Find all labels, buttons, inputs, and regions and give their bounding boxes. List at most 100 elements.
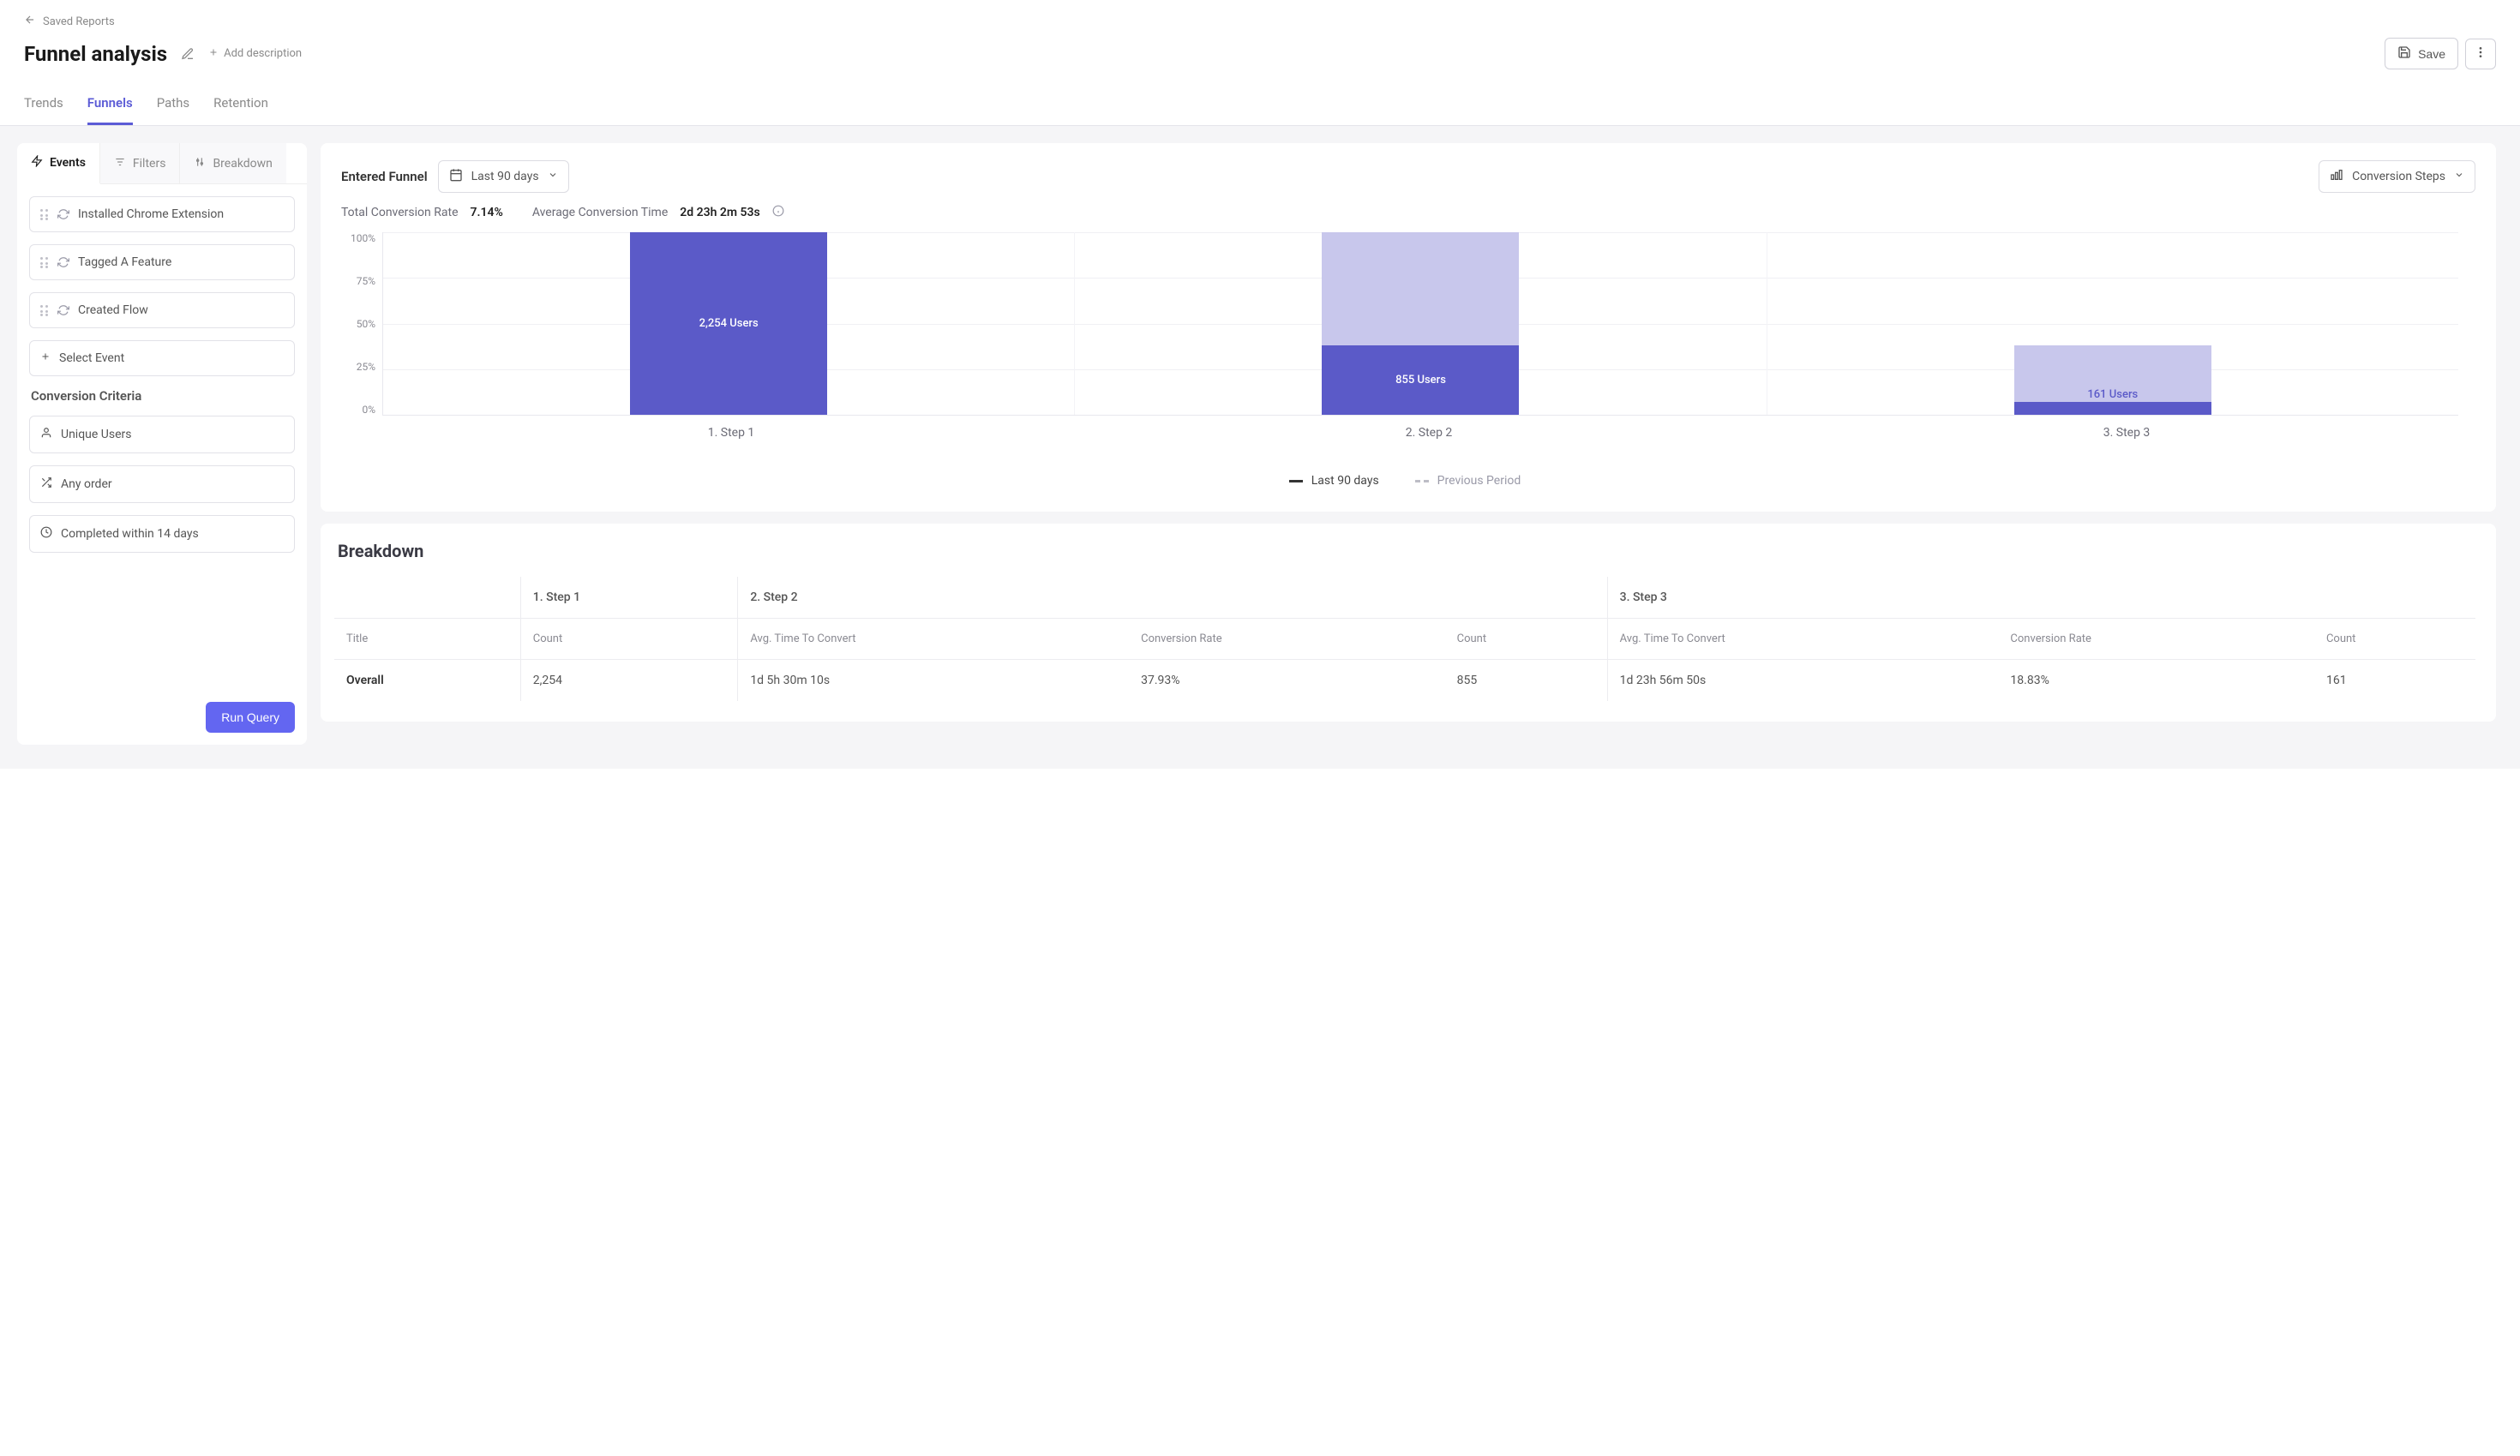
cell: 18.83% (1998, 660, 2314, 702)
date-range-dropdown[interactable]: Last 90 days (438, 160, 569, 193)
breadcrumb-label: Saved Reports (43, 15, 115, 28)
lightning-icon (31, 155, 43, 171)
calendar-icon (449, 168, 463, 185)
breakdown-title: Breakdown (334, 541, 2475, 577)
save-label: Save (2418, 47, 2445, 61)
bar-label: 855 Users (1395, 374, 1446, 386)
back-arrow-icon (24, 14, 36, 29)
cell: 1d 23h 56m 50s (1607, 660, 1998, 702)
chevron-down-icon (2454, 170, 2464, 183)
plus-icon (40, 351, 51, 365)
col-avg-time: Avg. Time To Convert (738, 619, 1129, 660)
y-tick: 25% (357, 361, 375, 373)
add-description-button[interactable]: Add description (208, 47, 302, 61)
breakdown-table: 1. Step 1 2. Step 2 3. Step 3 Title Coun… (334, 577, 2475, 701)
clock-icon (40, 526, 52, 542)
event-name: Tagged A Feature (78, 255, 171, 269)
col-title: Title (334, 619, 520, 660)
sidebar-tab-label: Events (50, 156, 86, 170)
save-button[interactable]: Save (2385, 38, 2458, 69)
legend-label: Previous Period (1437, 474, 1521, 488)
y-tick: 75% (357, 275, 375, 287)
legend-label: Last 90 days (1311, 474, 1379, 488)
info-icon[interactable] (772, 205, 784, 220)
group-header: 1. Step 1 (520, 577, 738, 619)
chart-legend: Last 90 days Previous Period (334, 450, 2475, 491)
sidebar-tab-filters[interactable]: Filters (100, 143, 181, 183)
edit-title-icon[interactable] (181, 47, 195, 61)
legend-previous[interactable]: Previous Period (1415, 474, 1521, 488)
chevron-down-icon (548, 170, 558, 183)
tab-retention[interactable]: Retention (213, 87, 268, 125)
sidebar: Events Filters Breakdown Installed Chrom… (17, 143, 307, 745)
page-title: Funnel analysis (24, 42, 167, 66)
user-icon (40, 427, 52, 442)
criteria-label: Completed within 14 days (61, 527, 199, 541)
bar-current: 855 Users (1322, 345, 1519, 415)
event-item[interactable]: Installed Chrome Extension (29, 196, 295, 232)
event-item[interactable]: Tagged A Feature (29, 244, 295, 280)
x-label: 1. Step 1 (382, 416, 1080, 450)
col-count: Count (520, 619, 738, 660)
avg-time-label: Average Conversion Time (532, 206, 668, 219)
filter-icon (114, 156, 126, 171)
criteria-order[interactable]: Any order (29, 465, 295, 503)
legend-current[interactable]: Last 90 days (1289, 474, 1379, 488)
plot-area: 2,254 Users 855 Users (382, 232, 2458, 416)
drag-handle-icon[interactable] (40, 303, 49, 317)
col-avg-time: Avg. Time To Convert (1607, 619, 1998, 660)
breakdown-icon (194, 156, 206, 171)
y-tick: 100% (351, 232, 375, 244)
tab-paths[interactable]: Paths (157, 87, 189, 125)
drag-handle-icon[interactable] (40, 207, 49, 221)
more-vertical-icon (2474, 45, 2487, 62)
tab-funnels[interactable]: Funnels (87, 87, 133, 125)
refresh-icon (57, 208, 69, 220)
sidebar-tab-label: Filters (133, 157, 166, 171)
legend-dash-icon (1415, 480, 1429, 482)
col-count: Count (2314, 619, 2475, 660)
criteria-label: Unique Users (61, 428, 131, 441)
sidebar-tab-label: Breakdown (213, 157, 272, 171)
bar-current: 161 Users (2014, 402, 2211, 415)
sidebar-tab-breakdown[interactable]: Breakdown (180, 143, 285, 183)
col-conv-rate: Conversion Rate (1998, 619, 2314, 660)
criteria-unique-users[interactable]: Unique Users (29, 416, 295, 453)
cell: 161 (2314, 660, 2475, 702)
funnel-chart: 100% 75% 50% 25% 0% 2,254 Users (334, 224, 2475, 416)
y-tick: 0% (362, 404, 375, 416)
cell: 37.93% (1129, 660, 1445, 702)
criteria-window[interactable]: Completed within 14 days (29, 515, 295, 553)
cell: 1d 5h 30m 10s (738, 660, 1129, 702)
criteria-title: Conversion Criteria (31, 388, 295, 404)
x-label: 2. Step 2 (1080, 416, 1778, 450)
entered-funnel-label: Entered Funnel (341, 169, 428, 184)
cell: 855 (1445, 660, 1607, 702)
event-name: Created Flow (78, 303, 148, 317)
bar-step-2: 855 Users (1075, 232, 1767, 415)
more-menu-button[interactable] (2465, 39, 2496, 69)
total-conv-label: Total Conversion Rate (341, 206, 459, 219)
breadcrumb[interactable]: Saved Reports (24, 14, 2496, 29)
row-title: Overall (334, 660, 520, 702)
total-conv-value: 7.14% (471, 206, 503, 219)
chart-type-dropdown[interactable]: Conversion Steps (2319, 160, 2475, 193)
table-row: Overall 2,254 1d 5h 30m 10s 37.93% 855 1… (334, 660, 2475, 702)
group-header (334, 577, 520, 619)
bar-label: 161 Users (2087, 388, 2138, 401)
y-axis: 100% 75% 50% 25% 0% (334, 232, 382, 416)
tab-trends[interactable]: Trends (24, 87, 63, 125)
avg-time-value: 2d 23h 2m 53s (680, 206, 759, 219)
col-count: Count (1445, 619, 1607, 660)
select-event-button[interactable]: Select Event (29, 340, 295, 376)
refresh-icon (57, 304, 69, 316)
cell: 2,254 (520, 660, 738, 702)
col-conv-rate: Conversion Rate (1129, 619, 1445, 660)
group-header: 3. Step 3 (1607, 577, 2475, 619)
date-range-label: Last 90 days (471, 170, 539, 183)
sidebar-tab-events[interactable]: Events (17, 143, 100, 184)
run-query-button[interactable]: Run Query (206, 702, 295, 733)
event-item[interactable]: Created Flow (29, 292, 295, 328)
x-axis: 1. Step 1 2. Step 2 3. Step 3 (382, 416, 2475, 450)
drag-handle-icon[interactable] (40, 255, 49, 269)
